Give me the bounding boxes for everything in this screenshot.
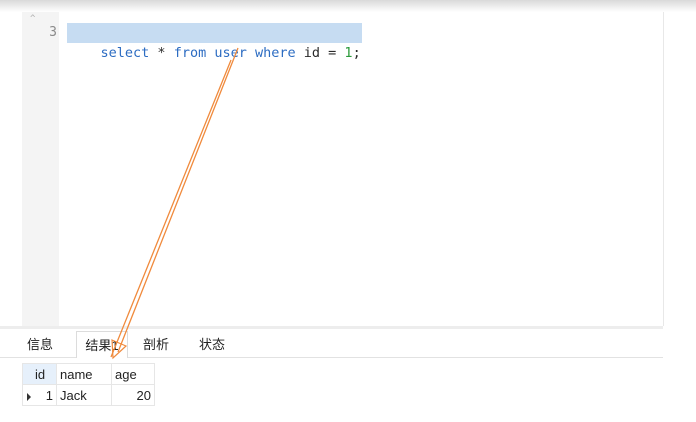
line-number: 3 xyxy=(49,25,57,40)
sql-token-star: * xyxy=(149,45,174,61)
pane-splitter[interactable] xyxy=(0,326,663,329)
sql-statement[interactable]: select * from user where id = 1; xyxy=(67,23,362,61)
window-top-shadow xyxy=(0,0,696,12)
sql-number-literal: 1 xyxy=(344,45,353,61)
fold-marker[interactable]: ^ xyxy=(30,14,35,24)
sql-editor[interactable]: ^ 3 select * from user where id = 1; xyxy=(0,12,663,326)
sql-keyword-from: from xyxy=(173,45,207,61)
cell-name[interactable]: Jack xyxy=(56,384,112,406)
tab-result-1[interactable]: 结果1 xyxy=(76,331,128,358)
result-grid: id name age 1 Jack 20 xyxy=(22,363,155,406)
sql-token-space xyxy=(247,45,255,61)
sql-token-semicolon: ; xyxy=(352,45,361,61)
cell-age[interactable]: 20 xyxy=(111,384,155,406)
tab-status[interactable]: 状态 xyxy=(192,331,232,357)
column-header-name[interactable]: name xyxy=(56,363,112,385)
tab-profile[interactable]: 剖析 xyxy=(136,331,176,357)
column-header-id[interactable]: id xyxy=(22,363,57,385)
editor-scrollbar-edge[interactable] xyxy=(663,12,664,326)
line-number-gutter xyxy=(22,12,59,326)
grid-header-row: id name age xyxy=(22,363,155,385)
column-header-age[interactable]: age xyxy=(111,363,155,385)
tab-info[interactable]: 信息 xyxy=(22,331,58,357)
current-row-indicator-icon xyxy=(27,393,31,401)
sql-keyword-where: where xyxy=(255,45,296,61)
sql-keyword-select: select xyxy=(100,45,150,61)
table-row[interactable]: 1 Jack 20 xyxy=(22,384,155,406)
sql-table-user: user xyxy=(214,45,247,61)
result-tabs: 信息 结果1 剖析 状态 xyxy=(0,331,663,358)
sql-token-condition: id = xyxy=(295,45,345,61)
